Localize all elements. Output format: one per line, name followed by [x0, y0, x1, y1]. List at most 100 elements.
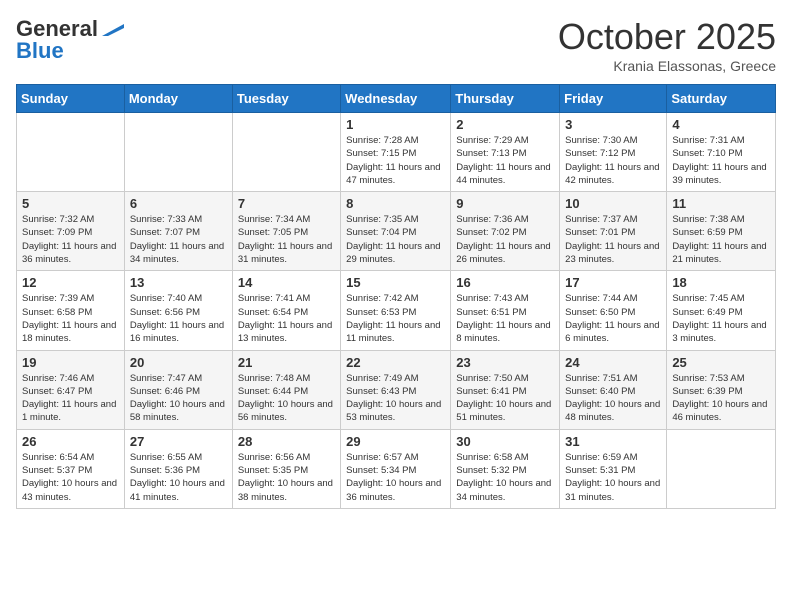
day-number: 19: [22, 355, 119, 370]
col-header-friday: Friday: [560, 85, 667, 113]
day-number: 23: [456, 355, 554, 370]
calendar-cell: 4 Sunrise: 7:31 AM Sunset: 7:10 PM Daylig…: [667, 113, 776, 192]
logo: General Blue: [16, 16, 124, 64]
calendar-cell: 27 Sunrise: 6:55 AM Sunset: 5:36 PM Dayli…: [124, 429, 232, 508]
day-number: 11: [672, 196, 770, 211]
calendar-cell: 1 Sunrise: 7:28 AM Sunset: 7:15 PM Daylig…: [341, 113, 451, 192]
calendar-cell: 2 Sunrise: 7:29 AM Sunset: 7:13 PM Daylig…: [451, 113, 560, 192]
day-info: Sunrise: 6:56 AM Sunset: 5:35 PM Dayligh…: [238, 451, 335, 504]
calendar-week-row: 26 Sunrise: 6:54 AM Sunset: 5:37 PM Dayli…: [17, 429, 776, 508]
day-info: Sunrise: 7:40 AM Sunset: 6:56 PM Dayligh…: [130, 292, 227, 345]
day-info: Sunrise: 7:37 AM Sunset: 7:01 PM Dayligh…: [565, 213, 661, 266]
calendar-cell: 10 Sunrise: 7:37 AM Sunset: 7:01 PM Dayli…: [560, 192, 667, 271]
calendar-table: SundayMondayTuesdayWednesdayThursdayFrid…: [16, 84, 776, 509]
day-info: Sunrise: 6:55 AM Sunset: 5:36 PM Dayligh…: [130, 451, 227, 504]
day-number: 2: [456, 117, 554, 132]
day-info: Sunrise: 6:58 AM Sunset: 5:32 PM Dayligh…: [456, 451, 554, 504]
day-info: Sunrise: 7:28 AM Sunset: 7:15 PM Dayligh…: [346, 134, 445, 187]
calendar-cell: 29Sunrise: 6:57 AM Sunset: 5:34 PM Dayli…: [341, 429, 451, 508]
day-info: Sunrise: 7:36 AM Sunset: 7:02 PM Dayligh…: [456, 213, 554, 266]
calendar-cell: 21Sunrise: 7:48 AM Sunset: 6:44 PM Dayli…: [232, 350, 340, 429]
day-info: Sunrise: 7:39 AM Sunset: 6:58 PM Dayligh…: [22, 292, 119, 345]
day-info: Sunrise: 6:54 AM Sunset: 5:37 PM Dayligh…: [22, 451, 119, 504]
calendar-cell: 17Sunrise: 7:44 AM Sunset: 6:50 PM Dayli…: [560, 271, 667, 350]
calendar-cell: 19 Sunrise: 7:46 AM Sunset: 6:47 PM Dayli…: [17, 350, 125, 429]
day-info: Sunrise: 7:51 AM Sunset: 6:40 PM Dayligh…: [565, 372, 661, 425]
day-number: 13: [130, 275, 227, 290]
day-info: Sunrise: 6:59 AM Sunset: 5:31 PM Dayligh…: [565, 451, 661, 504]
page-header: General Blue October 2025 Krania Elasson…: [16, 16, 776, 74]
day-info: Sunrise: 7:31 AM Sunset: 7:10 PM Dayligh…: [672, 134, 770, 187]
day-info: Sunrise: 7:29 AM Sunset: 7:13 PM Dayligh…: [456, 134, 554, 187]
calendar-week-row: 12 Sunrise: 7:39 AM Sunset: 6:58 PM Dayli…: [17, 271, 776, 350]
day-info: Sunrise: 7:45 AM Sunset: 6:49 PM Dayligh…: [672, 292, 770, 345]
day-number: 10: [565, 196, 661, 211]
day-number: 7: [238, 196, 335, 211]
day-number: 6: [130, 196, 227, 211]
day-info: Sunrise: 7:41 AM Sunset: 6:54 PM Dayligh…: [238, 292, 335, 345]
day-number: 18: [672, 275, 770, 290]
day-number: 20: [130, 355, 227, 370]
calendar-cell: 5Sunrise: 7:32 AM Sunset: 7:09 PM Daylig…: [17, 192, 125, 271]
day-info: Sunrise: 7:30 AM Sunset: 7:12 PM Dayligh…: [565, 134, 661, 187]
logo-blue: Blue: [16, 38, 64, 63]
logo-icon: [102, 20, 124, 36]
day-number: 27: [130, 434, 227, 449]
day-number: 3: [565, 117, 661, 132]
day-number: 16: [456, 275, 554, 290]
day-info: Sunrise: 7:53 AM Sunset: 6:39 PM Dayligh…: [672, 372, 770, 425]
col-header-wednesday: Wednesday: [341, 85, 451, 113]
day-number: 15: [346, 275, 445, 290]
day-info: Sunrise: 7:35 AM Sunset: 7:04 PM Dayligh…: [346, 213, 445, 266]
calendar-cell: 14 Sunrise: 7:41 AM Sunset: 6:54 PM Dayli…: [232, 271, 340, 350]
day-number: 26: [22, 434, 119, 449]
day-number: 1: [346, 117, 445, 132]
calendar-week-row: 1 Sunrise: 7:28 AM Sunset: 7:15 PM Daylig…: [17, 113, 776, 192]
col-header-thursday: Thursday: [451, 85, 560, 113]
location-subtitle: Krania Elassonas, Greece: [558, 58, 776, 74]
day-number: 9: [456, 196, 554, 211]
day-number: 28: [238, 434, 335, 449]
day-number: 14: [238, 275, 335, 290]
calendar-week-row: 19 Sunrise: 7:46 AM Sunset: 6:47 PM Dayli…: [17, 350, 776, 429]
day-number: 22: [346, 355, 445, 370]
calendar-cell: [17, 113, 125, 192]
calendar-cell: [124, 113, 232, 192]
col-header-saturday: Saturday: [667, 85, 776, 113]
calendar-cell: 3 Sunrise: 7:30 AM Sunset: 7:12 PM Daylig…: [560, 113, 667, 192]
calendar-cell: 18 Sunrise: 7:45 AM Sunset: 6:49 PM Dayli…: [667, 271, 776, 350]
calendar-header-row: SundayMondayTuesdayWednesdayThursdayFrid…: [17, 85, 776, 113]
day-info: Sunrise: 7:38 AM Sunset: 6:59 PM Dayligh…: [672, 213, 770, 266]
calendar-cell: 12 Sunrise: 7:39 AM Sunset: 6:58 PM Dayli…: [17, 271, 125, 350]
day-info: Sunrise: 7:33 AM Sunset: 7:07 PM Dayligh…: [130, 213, 227, 266]
calendar-cell: 8 Sunrise: 7:35 AM Sunset: 7:04 PM Daylig…: [341, 192, 451, 271]
calendar-cell: 28 Sunrise: 6:56 AM Sunset: 5:35 PM Dayli…: [232, 429, 340, 508]
day-number: 12: [22, 275, 119, 290]
day-info: Sunrise: 7:47 AM Sunset: 6:46 PM Dayligh…: [130, 372, 227, 425]
calendar-cell: 30Sunrise: 6:58 AM Sunset: 5:32 PM Dayli…: [451, 429, 560, 508]
day-number: 8: [346, 196, 445, 211]
day-number: 31: [565, 434, 661, 449]
calendar-cell: 31 Sunrise: 6:59 AM Sunset: 5:31 PM Dayli…: [560, 429, 667, 508]
col-header-sunday: Sunday: [17, 85, 125, 113]
day-number: 4: [672, 117, 770, 132]
day-info: Sunrise: 7:50 AM Sunset: 6:41 PM Dayligh…: [456, 372, 554, 425]
day-info: Sunrise: 7:32 AM Sunset: 7:09 PM Dayligh…: [22, 213, 119, 266]
calendar-cell: 23 Sunrise: 7:50 AM Sunset: 6:41 PM Dayli…: [451, 350, 560, 429]
day-info: Sunrise: 7:44 AM Sunset: 6:50 PM Dayligh…: [565, 292, 661, 345]
month-title: October 2025: [558, 16, 776, 58]
day-info: Sunrise: 7:43 AM Sunset: 6:51 PM Dayligh…: [456, 292, 554, 345]
day-number: 25: [672, 355, 770, 370]
calendar-cell: [667, 429, 776, 508]
calendar-cell: 22Sunrise: 7:49 AM Sunset: 6:43 PM Dayli…: [341, 350, 451, 429]
day-number: 21: [238, 355, 335, 370]
day-number: 24: [565, 355, 661, 370]
calendar-cell: 26 Sunrise: 6:54 AM Sunset: 5:37 PM Dayli…: [17, 429, 125, 508]
day-info: Sunrise: 7:42 AM Sunset: 6:53 PM Dayligh…: [346, 292, 445, 345]
calendar-cell: 15 Sunrise: 7:42 AM Sunset: 6:53 PM Dayli…: [341, 271, 451, 350]
calendar-cell: 9 Sunrise: 7:36 AM Sunset: 7:02 PM Daylig…: [451, 192, 560, 271]
calendar-cell: 13 Sunrise: 7:40 AM Sunset: 6:56 PM Dayli…: [124, 271, 232, 350]
calendar-cell: 7Sunrise: 7:34 AM Sunset: 7:05 PM Daylig…: [232, 192, 340, 271]
day-info: Sunrise: 6:57 AM Sunset: 5:34 PM Dayligh…: [346, 451, 445, 504]
day-info: Sunrise: 7:46 AM Sunset: 6:47 PM Dayligh…: [22, 372, 119, 425]
